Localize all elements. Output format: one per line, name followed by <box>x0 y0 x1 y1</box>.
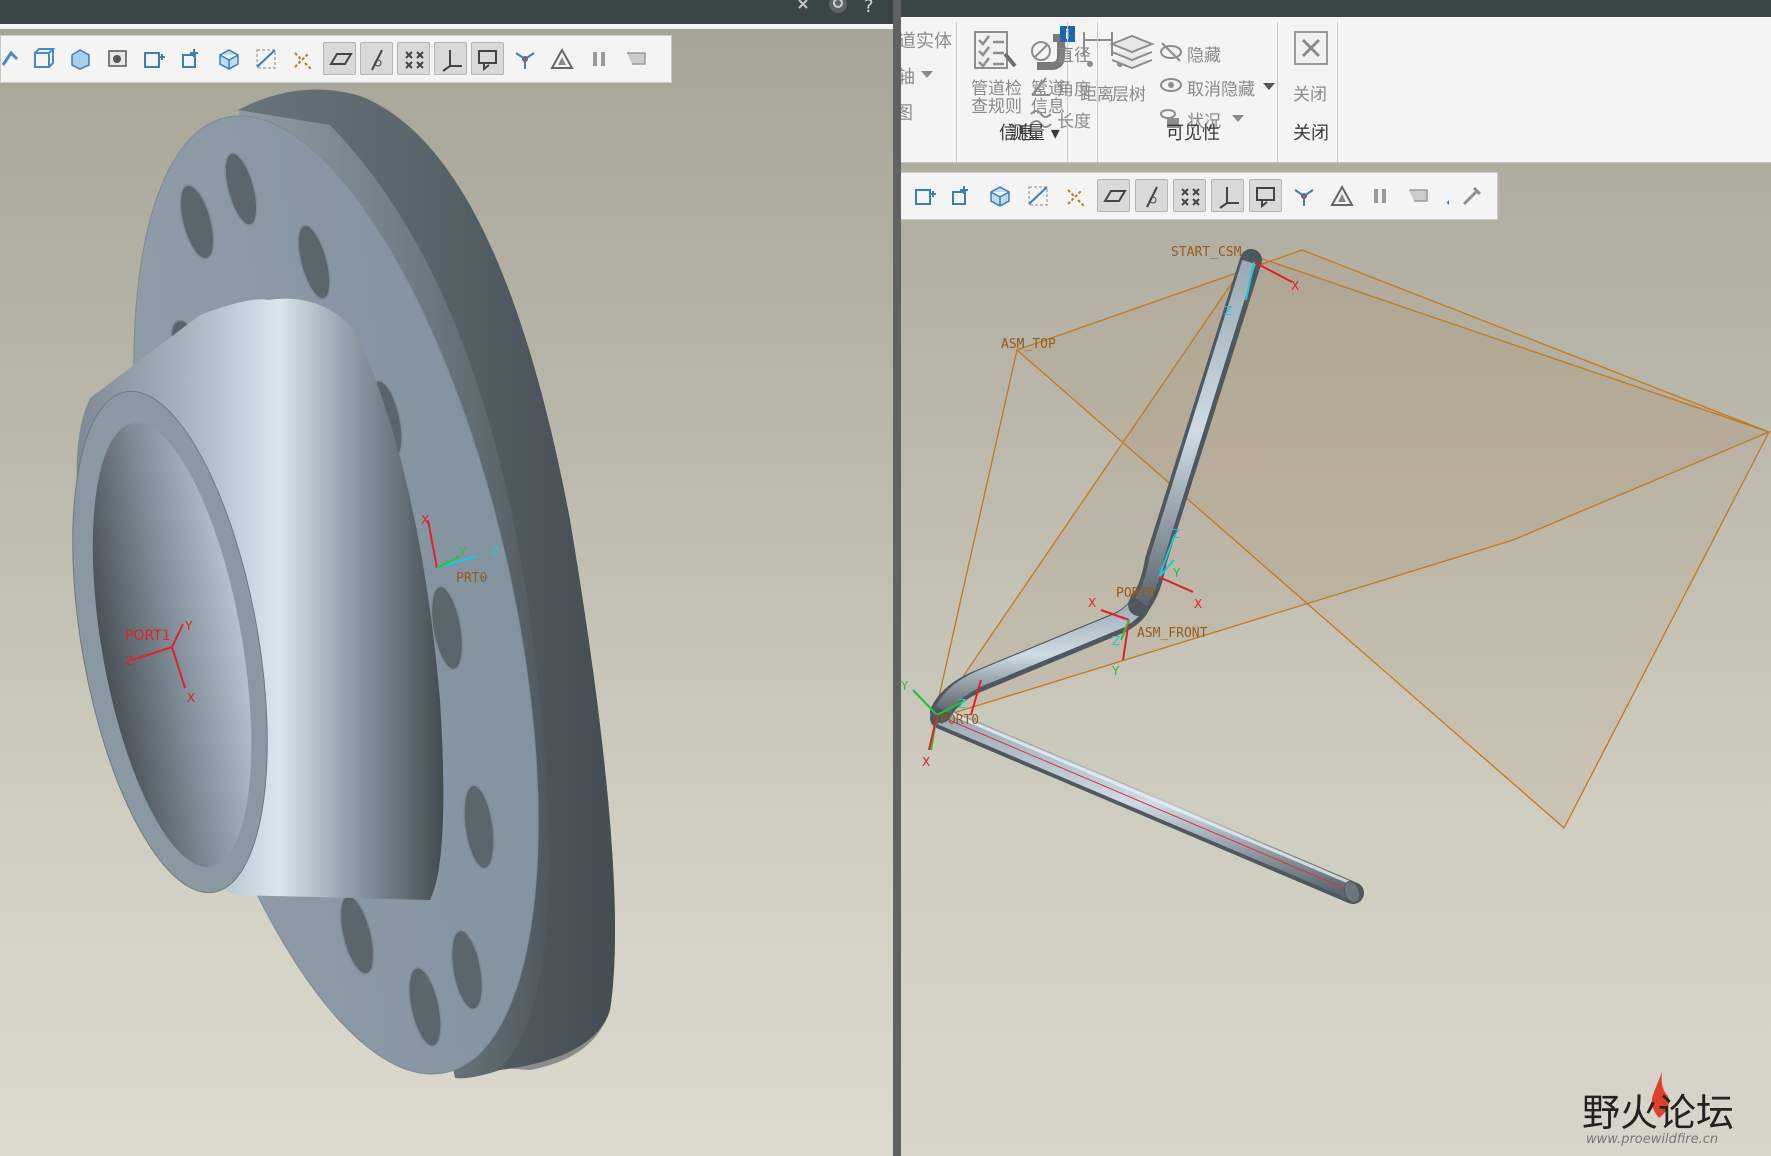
svg-text:START_CSM: START_CSM <box>1171 245 1242 260</box>
svg-text:X: X <box>187 691 195 705</box>
watermark-title: 野火论坛 <box>1582 1091 1735 1135</box>
svg-text:Y: Y <box>1172 566 1181 580</box>
svg-text:Z: Z <box>958 697 966 711</box>
right-model-window[interactable]: 道实体 轴 图 管道检 查规则 i 管道 信息 信息 距离 直径 角度 长度 测… <box>901 0 1771 1156</box>
window-divider[interactable] <box>893 0 901 1156</box>
flange-viewport[interactable]: X Y Z PRT0 Z Y X PORT1 <box>0 0 894 1156</box>
svg-text:Z: Z <box>1172 527 1180 541</box>
svg-text:Z: Z <box>491 545 499 559</box>
svg-text:X: X <box>1291 279 1299 293</box>
svg-text:Z: Z <box>125 654 133 668</box>
svg-text:Z: Z <box>1112 634 1120 648</box>
svg-text:Y: Y <box>184 619 193 633</box>
svg-text:ASM_FRONT: ASM_FRONT <box>1137 626 1208 641</box>
svg-text:X: X <box>421 513 429 527</box>
svg-text:Y: Y <box>458 545 467 559</box>
svg-text:X: X <box>1088 596 1096 610</box>
watermark-url: www.proewildfire.cn <box>1586 1132 1719 1147</box>
svg-text:Y: Y <box>901 679 909 693</box>
svg-text:PORT0: PORT0 <box>940 713 979 728</box>
svg-text:PORT1: PORT1 <box>125 628 171 644</box>
svg-text:X: X <box>922 755 930 769</box>
watermark: 野火论坛 www.proewildfire.cn <box>1580 1072 1760 1152</box>
asm-top-label: ASM_TOP <box>1001 337 1056 352</box>
pipe-viewport[interactable]: X Z START_CSM ASM_TOP Z Y X PORT0 X Z Y … <box>901 0 1771 1156</box>
svg-text:Y: Y <box>1111 664 1120 678</box>
svg-text:PORT0: PORT0 <box>1116 586 1155 601</box>
svg-text:PRT0: PRT0 <box>456 571 487 586</box>
svg-text:X: X <box>1194 597 1202 611</box>
svg-text:Z: Z <box>1224 304 1232 318</box>
left-model-window[interactable]: ? X Y Z PRT0 Z Y X PORT1 <box>0 0 894 1156</box>
